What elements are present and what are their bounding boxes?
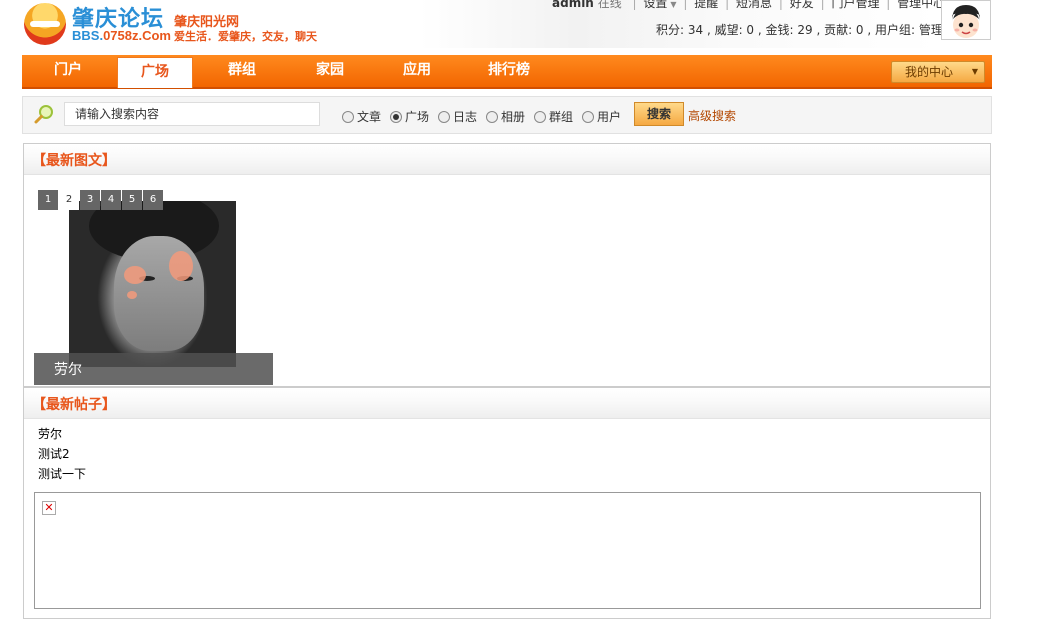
- radio-user[interactable]: 用户: [582, 108, 621, 125]
- photo-highlight: [127, 291, 137, 299]
- nav-item-apps[interactable]: 应用: [389, 55, 445, 87]
- radio-label: 广场: [405, 110, 430, 124]
- radio-label: 文章: [357, 110, 382, 124]
- nav-item-square[interactable]: 广场: [117, 57, 193, 88]
- nav-item-portal[interactable]: 门户: [40, 55, 96, 87]
- panel-header: 【最新图文】: [24, 144, 990, 175]
- separator: |: [683, 0, 688, 10]
- image-pager: 1 2 3 4 5 6: [38, 190, 164, 210]
- photo-caption[interactable]: 劳尔: [54, 359, 82, 379]
- panel-header: 【最新帖子】: [24, 388, 990, 419]
- featured-photo[interactable]: [69, 201, 236, 367]
- user-stats: 积分: 34 , 威望: 0 , 金钱: 29 , 贡献: 0 , 用户组: 管…: [656, 23, 955, 37]
- nav-item-groups[interactable]: 群组: [214, 55, 270, 87]
- photo-highlight: [124, 266, 146, 284]
- list-item[interactable]: 劳尔: [38, 424, 86, 444]
- panel-title: 【最新帖子】: [32, 397, 116, 413]
- radio-label: 用户: [597, 110, 622, 124]
- radio-label: 日志: [453, 110, 478, 124]
- embedded-frame: ✕: [34, 492, 981, 609]
- my-center-label: 我的中心: [905, 65, 954, 79]
- user-toolbar: admin 在线 | 设置 ▼ | 提醒 | 短消息 | 好友 | 门户管理 | …: [552, 0, 987, 11]
- broken-image-icon: ✕: [42, 501, 56, 515]
- separator: |: [886, 0, 891, 10]
- radio-button[interactable]: [486, 110, 498, 123]
- logo-url[interactable]: BBS.0758z.Com: [72, 28, 171, 43]
- online-status: 在线: [597, 0, 622, 10]
- search-input[interactable]: 请输入搜索内容: [64, 102, 320, 126]
- radio-blog[interactable]: 日志: [438, 108, 477, 125]
- pager-page[interactable]: 1: [38, 190, 58, 210]
- separator: |: [725, 0, 730, 10]
- radio-button[interactable]: [342, 110, 354, 123]
- radio-album[interactable]: 相册: [486, 108, 525, 125]
- friends-link[interactable]: 好友: [790, 0, 814, 10]
- settings-link[interactable]: 设置: [643, 0, 667, 10]
- my-center-button[interactable]: 我的中心 ▼: [891, 61, 985, 83]
- logo-url-prefix: BBS.: [72, 28, 104, 43]
- list-item[interactable]: 测试2: [38, 444, 86, 464]
- avatar[interactable]: [941, 0, 991, 40]
- pager-page[interactable]: 5: [122, 190, 142, 210]
- main-nav: 门户 广场 群组 家园 应用 排行榜: [22, 55, 992, 89]
- chevron-down-icon[interactable]: ▼: [667, 0, 676, 9]
- pager-page-current[interactable]: 2: [59, 190, 79, 210]
- list-item[interactable]: 测试一下: [38, 464, 86, 484]
- radio-article[interactable]: 文章: [342, 108, 381, 125]
- radio-button[interactable]: [438, 110, 450, 123]
- chevron-down-icon: ▼: [971, 67, 978, 76]
- radio-button-selected[interactable]: [390, 110, 402, 123]
- nav-item-home[interactable]: 家园: [302, 55, 358, 87]
- panel-title: 【最新图文】: [32, 153, 116, 169]
- messages-link[interactable]: 短消息: [736, 0, 772, 10]
- site-logo-icon[interactable]: [24, 3, 66, 45]
- search-button[interactable]: 搜索: [634, 102, 684, 126]
- radio-label: 相册: [501, 110, 526, 124]
- radio-button[interactable]: [582, 110, 594, 123]
- magnifier-icon: [34, 104, 54, 124]
- photo-highlight: [169, 251, 193, 281]
- radio-label: 群组: [549, 110, 574, 124]
- pager-page[interactable]: 3: [80, 190, 100, 210]
- admin-center-link[interactable]: 管理中心: [897, 0, 945, 10]
- separator: |: [820, 0, 825, 10]
- pager-page[interactable]: 4: [101, 190, 121, 210]
- portal-admin-link[interactable]: 门户管理: [831, 0, 879, 10]
- logo-url-suffix: 0758z.Com: [103, 28, 171, 43]
- notifications-link[interactable]: 提醒: [694, 0, 718, 10]
- advanced-search-link[interactable]: 高级搜索: [688, 107, 736, 124]
- pager-page[interactable]: 6: [143, 190, 163, 210]
- separator: |: [632, 0, 637, 10]
- site-slogan: 爱生活．爱肇庆，交友，聊天: [174, 30, 317, 43]
- post-list: 劳尔 测试2 测试一下: [38, 424, 86, 484]
- avatar-cartoon-icon: [942, 1, 990, 39]
- separator: |: [778, 0, 783, 10]
- radio-button[interactable]: [534, 110, 546, 123]
- radio-group[interactable]: 群组: [534, 108, 573, 125]
- nav-item-rankings[interactable]: 排行榜: [474, 55, 544, 87]
- username-link[interactable]: admin: [552, 0, 594, 10]
- radio-square[interactable]: 广场: [390, 108, 429, 125]
